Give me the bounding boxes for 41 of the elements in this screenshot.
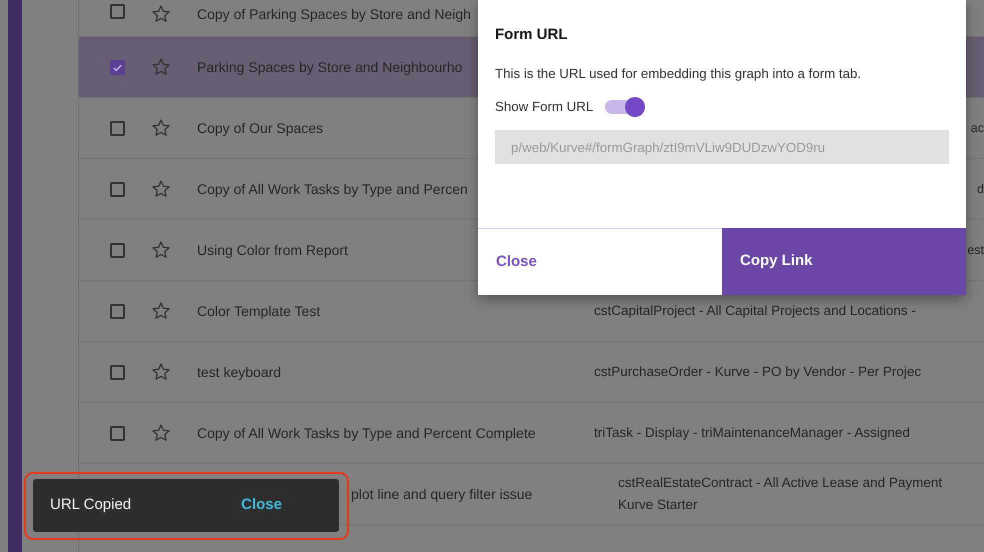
business-object-text: Kurve Starter <box>618 496 698 514</box>
graph-title: plot line and query filter issue <box>351 484 532 504</box>
graph-title: Copy of Our Spaces <box>197 118 324 138</box>
graph-title: Color Template Test <box>197 302 320 321</box>
snackbar-message: URL Copied <box>50 495 132 516</box>
snackbar-close-link[interactable]: Close <box>241 494 282 517</box>
business-object-text: triTask - Display - triMaintenanceManager - Assigned <box>594 424 910 442</box>
checkbox[interactable] <box>110 364 125 380</box>
graph-title: Parking Spaces by Store and Neighbourho <box>197 58 462 77</box>
star-icon[interactable] <box>151 57 171 77</box>
business-object-text: d <box>977 181 984 198</box>
graph-title: test keyboard <box>197 362 282 382</box>
graph-title: Using Color from Report <box>197 240 348 260</box>
business-object-text: cstCapitalProject - All Capital Projects and Locations - <box>594 302 916 320</box>
star-icon[interactable] <box>151 240 171 260</box>
toggle-label: Show Form URL <box>495 98 594 116</box>
copy-link-button[interactable]: Copy Link <box>722 228 966 295</box>
checkbox[interactable] <box>110 426 125 440</box>
checkbox[interactable] <box>110 182 125 196</box>
star-icon[interactable] <box>151 179 171 199</box>
graph-title: Copy of All Work Tasks by Type and Percen <box>197 180 468 199</box>
dialog-description: This is the URL used for embedding this graph into a form tab. <box>495 64 862 83</box>
business-object-text: ac <box>970 120 984 137</box>
star-icon[interactable] <box>151 118 171 138</box>
checkbox[interactable] <box>110 120 125 136</box>
graph-title: Copy of Parking Spaces by Store and Neigh <box>197 5 471 24</box>
star-icon[interactable] <box>151 423 171 443</box>
star-icon[interactable] <box>151 362 171 382</box>
business-object-text: cstPurchaseOrder - Kurve - PO by Vendor - Per Projec <box>594 363 922 381</box>
star-icon[interactable] <box>151 301 171 321</box>
star-icon[interactable] <box>151 4 171 24</box>
checkbox[interactable] <box>110 242 125 258</box>
checkbox[interactable] <box>110 4 125 19</box>
close-button[interactable]: Close <box>478 228 722 295</box>
graph-title: Copy of All Work Tasks by Type and Percent Complete <box>197 424 536 443</box>
checkbox[interactable] <box>110 60 125 74</box>
business-object-text: est <box>967 242 984 259</box>
checkbox[interactable] <box>110 304 125 318</box>
business-object-text: cstRealEstateContract - All Active Lease and Payment <box>618 474 942 492</box>
toggle-switch[interactable] <box>605 97 646 118</box>
dialog-title: Form URL <box>495 25 568 45</box>
